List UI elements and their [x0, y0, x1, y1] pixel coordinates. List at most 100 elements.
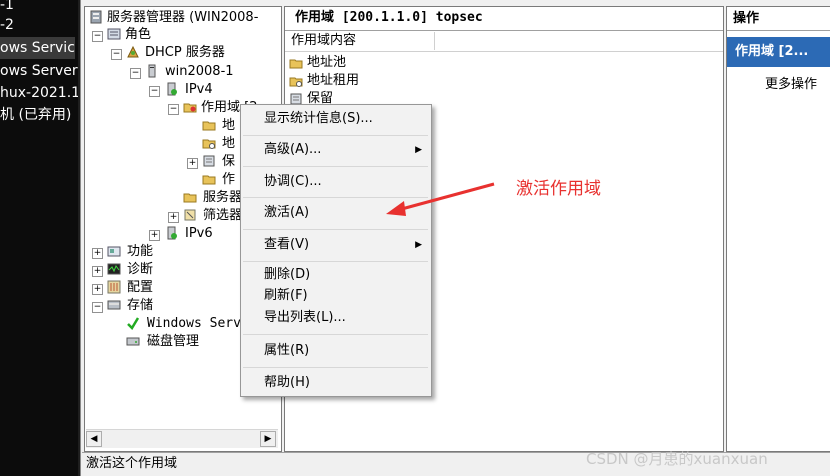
status-text: 激活这个作用域 [86, 456, 178, 471]
tree-features[interactable]: 功能 [127, 243, 153, 260]
menu-item-label: 激活(A) [264, 205, 310, 220]
vm-item-selected[interactable]: ows Servic [0, 37, 75, 59]
server-manager-icon [90, 10, 102, 24]
scope-folder-icon [183, 103, 197, 113]
scroll-right-icon[interactable]: ▶ [260, 431, 276, 447]
collapse-icon[interactable]: − [92, 302, 103, 313]
collapse-icon[interactable]: − [130, 68, 141, 79]
address-lease-icon [289, 77, 303, 87]
dhcp-icon [127, 45, 139, 58]
menu-item-show-statistics[interactable]: 显示统计信息(S)... [243, 106, 428, 132]
menu-item-label: 刷新(F) [264, 288, 308, 303]
menu-item-label: 高级(A)... [264, 142, 322, 157]
expand-icon[interactable]: + [92, 266, 103, 277]
expand-icon[interactable]: + [92, 248, 103, 259]
tree-filters[interactable]: 筛选器 [203, 207, 242, 224]
tree-server-options[interactable]: 服务器 [203, 189, 242, 206]
column-header-scope-contents[interactable]: 作用域内容 [285, 32, 435, 50]
menu-item-view[interactable]: 查看(V) ▶ [243, 232, 428, 258]
menu-item-properties[interactable]: 属性(R) [243, 338, 428, 364]
configuration-icon [107, 280, 121, 294]
server-icon [148, 64, 156, 78]
menu-item-label: 查看(V) [264, 237, 310, 252]
watermark: CSDN @月患的xuanxuan [586, 450, 768, 468]
vm-item[interactable]: 机 (已弃用) [0, 104, 71, 126]
tree-ipv6[interactable]: IPv6 [185, 225, 213, 242]
menu-item-refresh[interactable]: 刷新(F) [243, 285, 428, 306]
tree-reservations[interactable]: 保 [222, 153, 235, 170]
menu-separator [243, 334, 428, 335]
expand-icon[interactable]: + [149, 230, 160, 241]
menu-item-label: 导出列表(L)... [264, 310, 346, 325]
tree-scope-options[interactable]: 作 [222, 171, 235, 188]
address-pool-icon [289, 59, 303, 69]
collapse-icon[interactable]: − [111, 49, 122, 60]
disk-management-icon [126, 337, 140, 346]
menu-item-delete[interactable]: 删除(D) [243, 264, 428, 285]
menu-separator [243, 367, 428, 368]
collapse-icon[interactable]: − [149, 86, 160, 97]
collapse-icon[interactable]: − [92, 31, 103, 42]
menu-separator [243, 229, 428, 230]
tree-address-pool[interactable]: 地 [222, 117, 235, 134]
annotation-label: 激活作用域 [516, 179, 601, 199]
ipv6-icon [167, 226, 177, 240]
submenu-arrow-icon: ▶ [415, 240, 422, 250]
tree-horizontal-scrollbar[interactable]: ◀ ▶ [86, 429, 278, 448]
scope-options-icon [202, 175, 216, 185]
expand-icon[interactable]: + [168, 212, 179, 223]
tree-diagnostics[interactable]: 诊断 [127, 261, 153, 278]
menu-item-advanced[interactable]: 高级(A)... ▶ [243, 137, 428, 163]
reservations-icon [203, 155, 215, 167]
results-title: 作用域 [200.1.1.0] topsec [285, 7, 723, 31]
menu-separator [243, 166, 428, 167]
actions-title: 操作 [727, 7, 830, 31]
results-header: 作用域内容 [285, 32, 723, 52]
filters-icon [184, 209, 196, 221]
tree-server[interactable]: win2008-1 [165, 63, 234, 80]
storage-icon [107, 300, 121, 310]
actions-pane: 操作 作用域 [2... 更多操作 [726, 6, 830, 452]
submenu-arrow-icon: ▶ [415, 145, 422, 155]
diagnostics-icon [107, 263, 121, 275]
menu-item-label: 属性(R) [264, 343, 310, 358]
menu-separator [243, 261, 428, 262]
server-options-icon [183, 193, 197, 203]
windows-backup-icon [127, 317, 140, 330]
tree-windows-server-backup[interactable]: Windows Serv [147, 315, 241, 332]
menu-item-label: 协调(C)... [264, 174, 322, 189]
vm-item[interactable]: -2 [0, 14, 14, 36]
tree-dhcp[interactable]: DHCP 服务器 [145, 44, 225, 61]
tree-ipv4[interactable]: IPv4 [185, 81, 213, 98]
context-menu: 显示统计信息(S)... 高级(A)... ▶ 协调(C)... 激活(A) 查看… [240, 104, 432, 397]
address-lease-icon [202, 139, 216, 149]
menu-item-help[interactable]: 帮助(H) [243, 370, 428, 396]
list-item-address-lease[interactable]: 地址租用 [307, 72, 359, 90]
tree-address-lease[interactable]: 地 [222, 135, 235, 152]
scroll-left-icon[interactable]: ◀ [86, 431, 102, 447]
features-icon [107, 246, 121, 257]
vm-list-panel: -1 -2 ows Servic ows Server hux-2021.1 机… [0, 0, 78, 476]
menu-item-label: 删除(D) [264, 267, 311, 282]
actions-scope-header[interactable]: 作用域 [2... [727, 37, 830, 67]
list-item-address-pool[interactable]: 地址池 [307, 54, 346, 72]
menu-item-label: 显示统计信息(S)... [264, 111, 373, 126]
tree-roles[interactable]: 角色 [125, 26, 151, 43]
tree-disk-management[interactable]: 磁盘管理 [147, 333, 199, 350]
more-actions-link[interactable]: 更多操作 [765, 73, 817, 92]
roles-icon [107, 28, 121, 40]
expand-icon[interactable]: + [92, 284, 103, 295]
vm-item[interactable]: ows Server [0, 60, 78, 82]
ipv4-icon [167, 82, 177, 96]
menu-separator [243, 135, 428, 136]
menu-item-label: 帮助(H) [264, 375, 310, 390]
annotation-arrow-icon [386, 182, 495, 216]
collapse-icon[interactable]: − [168, 104, 179, 115]
address-pool-icon [202, 121, 216, 131]
expand-icon[interactable]: + [187, 158, 198, 169]
tree-storage[interactable]: 存储 [127, 297, 153, 314]
vm-item[interactable]: hux-2021.1 [0, 82, 78, 104]
tree-root[interactable]: 服务器管理器 (WIN2008- [107, 9, 258, 26]
tree-configuration[interactable]: 配置 [127, 279, 153, 296]
menu-item-export-list[interactable]: 导出列表(L)... [243, 307, 428, 328]
